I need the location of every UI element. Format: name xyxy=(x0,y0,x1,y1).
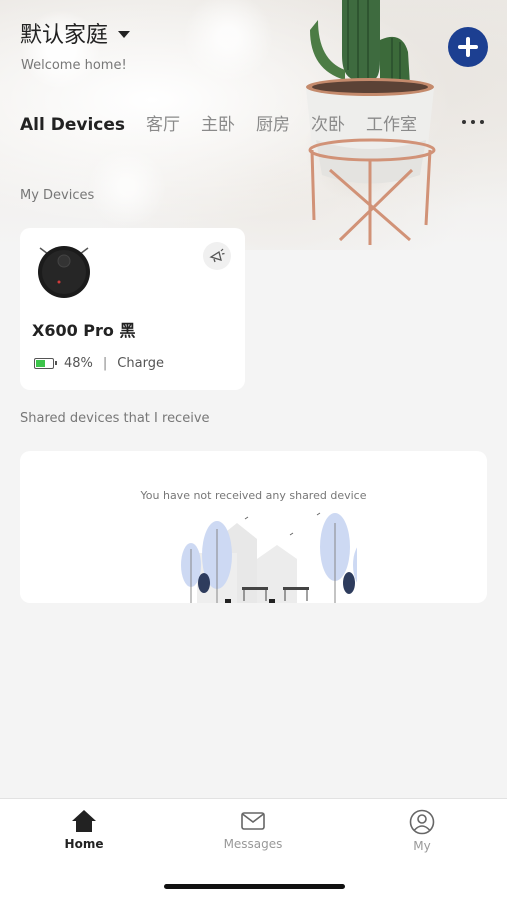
more-options-icon[interactable] xyxy=(462,120,484,126)
empty-shared-text: You have not received any shared device xyxy=(140,489,367,502)
tab-my[interactable]: My xyxy=(372,809,472,853)
welcome-text: Welcome home! xyxy=(21,58,127,73)
envelope-icon xyxy=(241,812,265,830)
battery-percentage: 48% xyxy=(64,356,93,371)
status-separator: | xyxy=(102,356,108,371)
device-card[interactable]: X600 Pro 黑 48% | Charge xyxy=(20,228,245,390)
tab-kitchen[interactable]: 厨房 xyxy=(256,110,290,135)
home-indicator-bar[interactable] xyxy=(164,884,345,889)
tab-studio[interactable]: 工作室 xyxy=(366,110,417,135)
device-name: X600 Pro 黑 xyxy=(32,321,136,340)
room-tabs: All Devices 客厅 主卧 厨房 次卧 工作室 xyxy=(20,110,438,135)
tab-master-bedroom[interactable]: 主卧 xyxy=(201,110,235,135)
tab-second-bedroom[interactable]: 次卧 xyxy=(311,110,345,135)
shared-devices-label: Shared devices that I receive xyxy=(20,411,210,426)
charge-status: Charge xyxy=(117,356,164,371)
home-icon xyxy=(72,810,96,832)
battery-icon xyxy=(34,358,57,369)
caret-down-icon xyxy=(118,30,131,38)
tab-living-room[interactable]: 客厅 xyxy=(146,110,180,135)
robot-vacuum-image xyxy=(38,246,90,298)
share-button[interactable] xyxy=(203,242,231,270)
tab-home[interactable]: Home xyxy=(34,809,134,851)
add-device-button[interactable] xyxy=(448,27,488,67)
home-name: 默认家庭 xyxy=(20,23,109,48)
megaphone-icon xyxy=(209,248,225,263)
device-status-row: 48% | Charge xyxy=(34,356,164,371)
user-profile-icon xyxy=(409,809,435,835)
my-devices-label: My Devices xyxy=(20,188,95,203)
tab-messages-label: Messages xyxy=(223,837,283,851)
tab-all-devices[interactable]: All Devices xyxy=(20,115,125,135)
empty-state-illustration xyxy=(181,512,357,603)
home-selector[interactable]: 默认家庭 xyxy=(20,17,131,49)
tab-my-label: My xyxy=(413,839,431,853)
tab-home-label: Home xyxy=(64,837,104,851)
tab-messages[interactable]: Messages xyxy=(203,809,303,851)
shared-devices-card: You have not received any shared device xyxy=(20,451,487,603)
